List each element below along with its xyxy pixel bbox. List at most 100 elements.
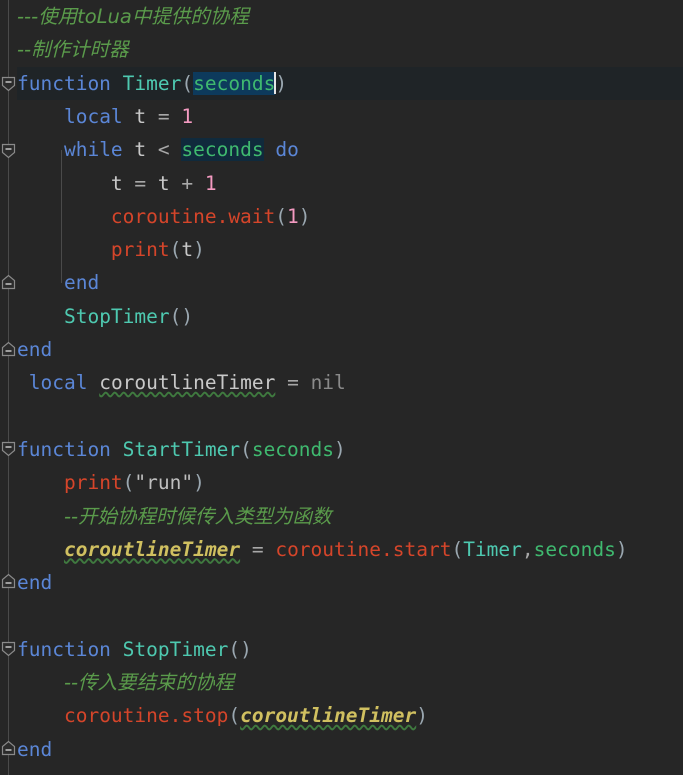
paren-open: ( [181,71,194,95]
code-line[interactable]: function StartTimer(seconds) [0,433,683,466]
parameter-seconds: seconds [533,537,616,561]
paren-close: ) [615,537,628,561]
code-line[interactable]: ---使用toLua中提供的协程 [0,0,683,33]
operator-assign: = [134,171,147,195]
code-line-blank[interactable] [0,599,683,632]
fold-marker-end-timer[interactable] [1,341,16,357]
code-line[interactable]: coroutine.stop(coroutlineTimer) [0,699,683,732]
fold-marker-end-stop-timer[interactable] [1,740,16,756]
comma: , [521,537,534,561]
function-name-start-timer: StartTimer [122,437,241,461]
fold-marker-expanded-stop-timer[interactable] [1,641,16,657]
paren-open: ( [240,437,252,461]
keyword-while: while [63,138,123,162]
paren-open: ( [275,204,288,228]
code-line[interactable]: --传入要结束的协程 [0,666,683,699]
number-literal: 1 [287,204,299,228]
variable-coroutline-timer: coroutlineTimer [240,704,417,728]
code-line[interactable]: --开始协程时候传入类型为函数 [0,500,683,533]
code-line[interactable]: function StopTimer() [0,633,683,666]
fold-marker-expanded-start-timer[interactable] [1,441,16,457]
code-line[interactable]: while t < seconds do [0,133,683,166]
string-literal: "run" [134,471,194,495]
fold-marker-expanded-while[interactable] [1,143,16,159]
selected-parameter-seconds[interactable]: seconds [193,71,276,95]
function-call-stop-timer: StopTimer [63,304,170,328]
paren-close: ) [334,437,346,461]
variable-coroutline-timer: coroutlineTimer [99,371,276,395]
function-name-stop-timer: StopTimer [122,637,229,661]
code-content[interactable]: ---使用toLua中提供的协程 --制作计时器 function Timer(… [0,0,683,775]
code-line-current[interactable]: function Timer(seconds) [0,66,683,100]
keyword-end: end [17,571,53,595]
code-line[interactable]: local t = 1 [0,100,683,133]
code-editor[interactable]: ---使用toLua中提供的协程 --制作计时器 function Timer(… [0,0,683,775]
variable-t: t [134,104,147,128]
library-call-coroutine-wait: coroutine.wait [110,204,276,228]
operator-less-than: < [157,138,170,162]
indent-guide [61,150,62,283]
variable-t: t [157,171,170,195]
code-line[interactable]: end [0,266,683,299]
parameter-seconds: seconds [251,437,335,461]
paren-open: ( [228,704,241,728]
code-line[interactable]: coroutlineTimer = coroutine.start(Timer,… [0,533,683,566]
paren-close: ) [416,704,428,728]
keyword-end: end [63,271,100,295]
function-name-timer: Timer [122,71,182,95]
comment-token: --开始协程时候传入类型为函数 [63,504,332,528]
library-call-coroutine-stop: coroutine.stop [63,704,229,728]
operator-assign: = [287,371,299,395]
keyword-local: local [28,371,88,395]
code-line[interactable]: end [0,566,683,599]
gutter-rail [8,0,9,775]
variable-t: t [134,138,147,162]
library-call-print: print [63,471,123,495]
operator-assign: = [157,104,170,128]
function-reference-timer: Timer [463,537,522,561]
comment-token: --传入要结束的协程 [63,671,235,694]
fold-marker-end-start-timer[interactable] [1,573,16,589]
library-call-coroutine-start: coroutine.start [275,537,452,561]
comment-token: ---使用toLua中提供的协程 [17,5,249,28]
variable-coroutline-timer: coroutlineTimer [63,537,241,561]
code-line[interactable]: print(t) [0,233,683,266]
keyword-do: do [275,138,299,162]
paren-close: ) [298,204,311,228]
operator-plus: + [181,171,194,195]
paren-open: ( [122,471,135,495]
number-literal: 1 [204,171,217,195]
paren-close: ) [193,471,205,495]
keyword-function: function [17,437,111,461]
code-line-blank[interactable] [0,400,683,433]
code-line[interactable]: StopTimer() [0,300,683,333]
nil-literal: nil [310,371,346,395]
paren-close: ) [275,71,288,95]
comment-token: --制作计时器 [17,38,129,62]
code-line[interactable]: --制作计时器 [0,33,683,66]
keyword-local: local [63,104,123,128]
paren-open: ( [228,637,241,661]
library-call-print: print [110,238,170,262]
fold-marker-end-while[interactable] [1,274,16,290]
paren-open: ( [169,304,182,328]
code-line[interactable]: print("run") [0,466,683,499]
fold-marker-expanded-timer[interactable] [1,76,16,92]
paren-close: ) [193,238,205,262]
code-line[interactable]: end [0,333,683,366]
code-line[interactable]: coroutine.wait(1) [0,200,683,233]
code-line[interactable]: local coroutlineTimer = nil [0,366,683,399]
occurrence-parameter-seconds[interactable]: seconds [181,138,264,162]
paren-close: ) [240,637,252,661]
keyword-function: function [17,637,111,661]
paren-open: ( [451,537,464,561]
fold-gutter[interactable] [0,0,17,775]
code-line[interactable]: t = t + 1 [0,167,683,200]
number-literal: 1 [181,104,194,128]
code-line[interactable]: end [0,733,683,766]
paren-open: ( [169,238,182,262]
keyword-end: end [17,338,53,361]
keyword-end: end [17,737,53,761]
paren-close: ) [181,304,194,328]
